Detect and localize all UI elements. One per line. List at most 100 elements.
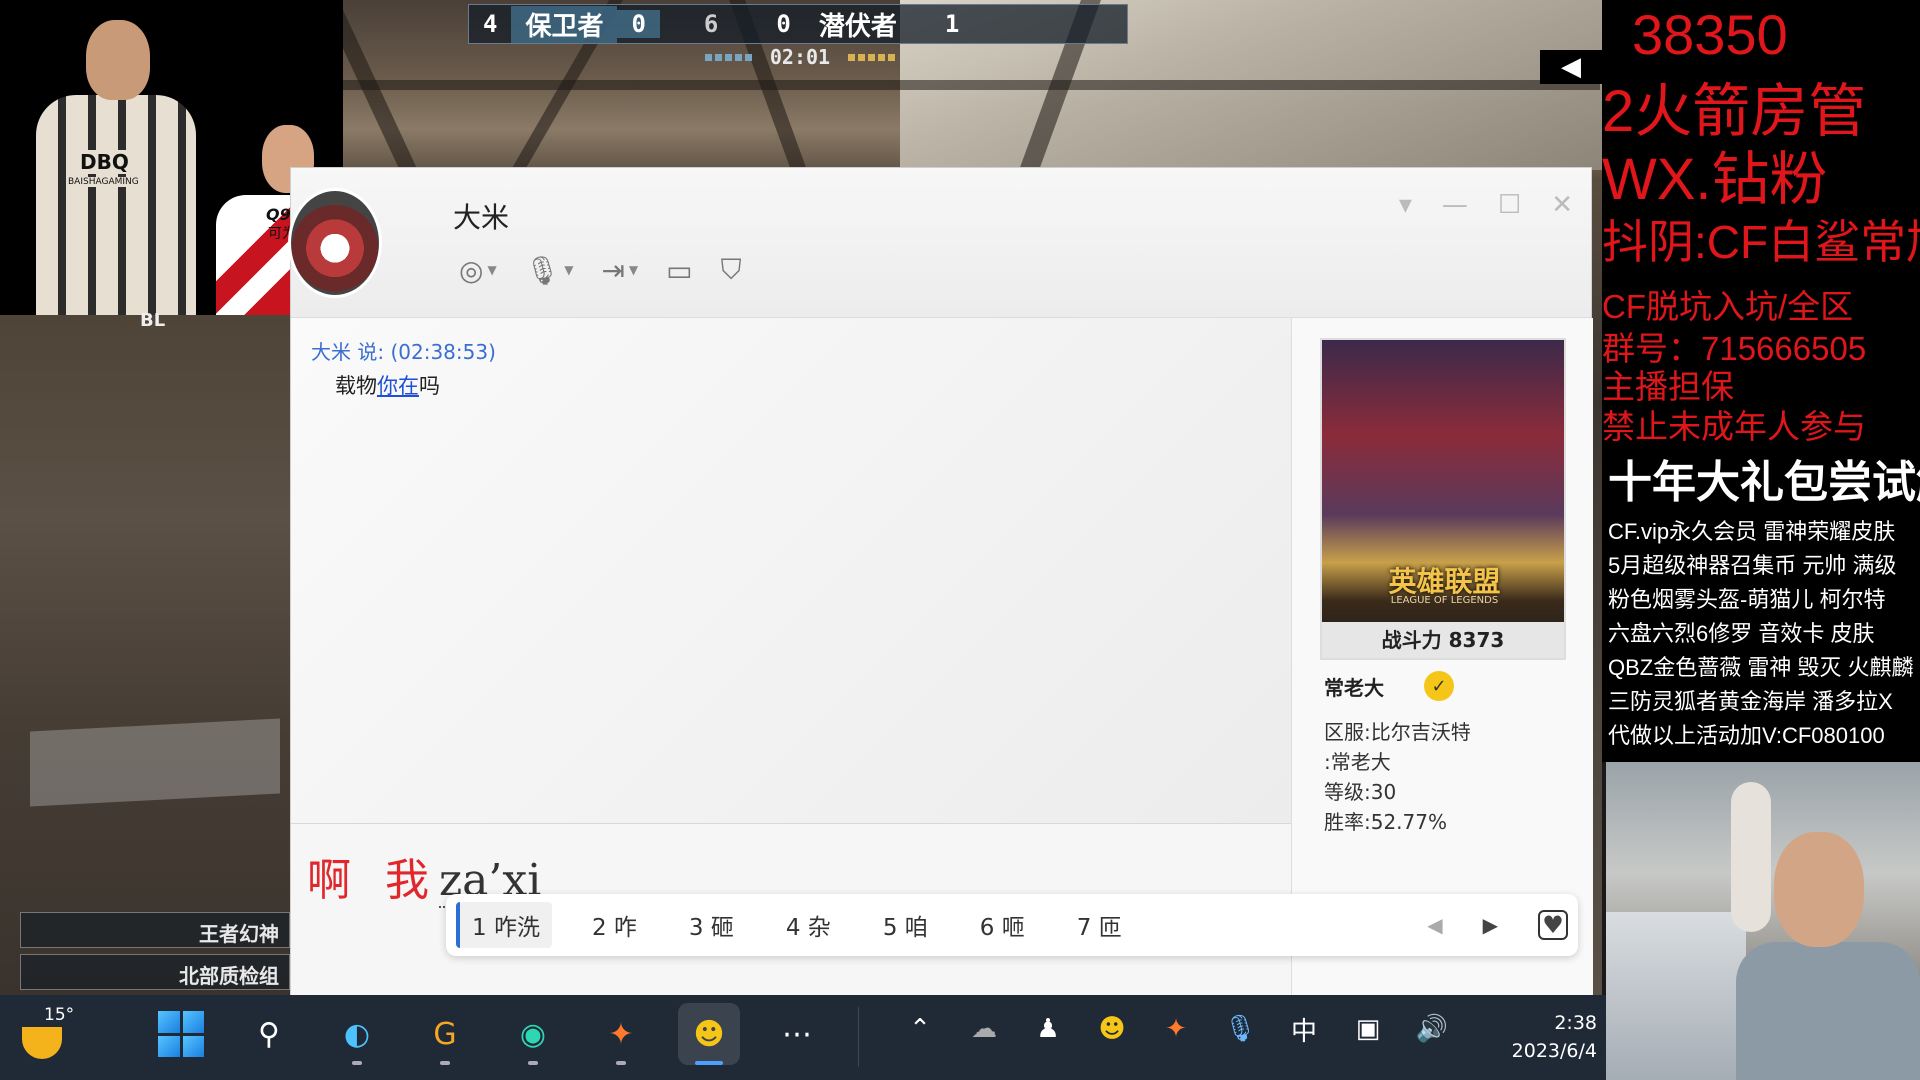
temperature: 15° — [44, 1005, 75, 1025]
overlay-item: QBZ金色蔷薇 雷神 毁灭 火麒麟 — [1608, 655, 1914, 680]
contact-avatar[interactable] — [288, 188, 382, 298]
system-clock[interactable]: 2:38 2023/6/4 — [1465, 1009, 1597, 1065]
video-call-icon: ◎ — [459, 253, 484, 287]
taskbar-apps: ⚲ ◐ G ◉ ✦ ☻ ⋯ — [150, 1003, 828, 1065]
taskbar-app-game[interactable]: ✦ — [590, 1003, 652, 1065]
right-rounds: 0 — [776, 10, 791, 38]
jersey-sub: BAISHAGAMING — [66, 177, 141, 187]
ime-candidate[interactable]: 1 咋洗 — [456, 902, 552, 948]
cloud-icon[interactable]: ☁ — [964, 1009, 1004, 1049]
minimize-icon[interactable]: — — [1442, 190, 1468, 220]
cut-off-text: BL — [140, 310, 166, 331]
ring-icon: ◉ — [519, 1016, 547, 1052]
close-icon[interactable]: ✕ — [1551, 190, 1573, 220]
screen-share-button[interactable]: ▭ — [666, 253, 692, 287]
game-poster[interactable]: 英雄联盟 LEAGUE OF LEGENDS 战斗力 8373 — [1320, 338, 1566, 660]
microphone-icon[interactable]: 🎙 — [1220, 1009, 1260, 1049]
moon-icon — [22, 1027, 62, 1059]
taskbar-app-browser[interactable]: ◐ — [326, 1003, 388, 1065]
game-beam — [340, 80, 1600, 90]
search-button[interactable]: ⚲ — [238, 1003, 300, 1065]
more-apps-button[interactable]: ⋯ — [766, 1003, 828, 1065]
ime-candidate-bar[interactable]: 1 咋洗 2 咋 3 砸 4 杂 5 咱 6 咂 7 匝 ◀ ▶ ♥ — [446, 894, 1578, 956]
running-indicator — [352, 1061, 362, 1065]
penguin-icon[interactable]: ♟ — [1028, 1009, 1068, 1049]
wall-sign — [30, 718, 280, 807]
chevron-down-icon: ▼ — [628, 263, 639, 277]
dropdown-icon[interactable]: ▾ — [1399, 190, 1412, 220]
microphone-icon: 🎙 — [524, 253, 561, 287]
weather-widget[interactable]: 15° — [18, 1005, 78, 1065]
network-icon[interactable]: ▣ — [1348, 1009, 1388, 1049]
speaker-icon[interactable]: ◀ — [1540, 50, 1602, 84]
profile-win-rate: 胜率:52.77% — [1324, 810, 1447, 834]
overlay-line-3: WX.钻粉 — [1602, 147, 1828, 212]
volume-icon[interactable]: 🔊 — [1412, 1009, 1452, 1049]
overlay-line-8: 禁止未成年人参与 — [1602, 408, 1866, 445]
webcam-streamer — [1606, 762, 1920, 1080]
ime-candidate[interactable]: 4 杂 — [774, 902, 843, 948]
kill-feed-row: 王者幻神 — [20, 912, 290, 948]
lamp — [1731, 782, 1771, 932]
clock-date: 2023/6/4 — [1511, 1040, 1597, 1062]
taskbar-app-chat[interactable]: ☻ — [678, 1003, 740, 1065]
screen-share-icon: ▭ — [666, 253, 693, 287]
streamer-body — [1736, 942, 1920, 1080]
message-text-before: 载物 — [335, 374, 377, 398]
round-target: 6 — [703, 10, 719, 38]
overlay-item: 代做以上活动加V:CF080100 — [1608, 723, 1885, 748]
ime-candidate[interactable]: 2 咋 — [580, 902, 649, 948]
message-link[interactable]: 你在 — [377, 374, 419, 398]
launcher-icon: G — [433, 1016, 457, 1052]
overlay-item: 5月超级神器召集币 元帅 满级 — [1608, 553, 1897, 578]
overlay-line-1: 38350 — [1632, 3, 1788, 66]
taskbar-app-launcher[interactable]: G — [414, 1003, 476, 1065]
ime-lang-indicator[interactable]: 中 — [1284, 1009, 1324, 1049]
more-icon: ⋯ — [782, 1016, 812, 1052]
jersey-label: DBQ — [76, 150, 133, 174]
overlay-item: CF.vip永久会员 雷神荣耀皮肤 — [1608, 519, 1896, 544]
chevron-down-icon: ▼ — [487, 263, 497, 277]
ime-prev-icon[interactable]: ◀ — [1427, 913, 1442, 937]
poster-logo-sub: LEAGUE OF LEGENDS — [1390, 595, 1499, 606]
chat-window[interactable]: 大米 ◎ ▼ 🎙 ▼ ⇥ ▼ ▭ ⛉ ▾ — ☐ ✕ 大米 说: (02:38:53)… — [288, 167, 1593, 996]
bed — [1606, 912, 1746, 1080]
taskbar-app-ring[interactable]: ◉ — [502, 1003, 564, 1065]
overlay-line-5: CF脱坑入坑/全区 — [1602, 288, 1854, 325]
running-indicator — [528, 1061, 538, 1065]
streamer-head — [1774, 832, 1864, 947]
bird-icon: ✦ — [608, 1016, 634, 1052]
file-transfer-icon: ⇥ — [601, 253, 625, 287]
maximize-icon[interactable]: ☐ — [1498, 190, 1521, 220]
left-team-dots — [704, 53, 752, 61]
ime-candidate[interactable]: 7 匝 — [1065, 902, 1134, 948]
contact-name[interactable]: 大米 — [453, 196, 509, 236]
browser-icon: ◐ — [343, 1016, 371, 1052]
ime-next-icon[interactable]: ▶ — [1483, 913, 1498, 937]
right-team-name: 潜伏者 — [818, 11, 897, 42]
ime-candidate[interactable]: 6 咂 — [968, 902, 1037, 948]
running-indicator — [616, 1061, 626, 1065]
left-rounds: 0 — [617, 10, 660, 38]
profile-name: 常老大 — [1324, 675, 1384, 700]
stream-overlay: 38350 2火箭房管 WX.钻粉 抖阴:CF白鲨常旭 CF脱坑入坑/全区 群号… — [1602, 0, 1920, 762]
heart-icon[interactable]: ♥ — [1538, 910, 1568, 940]
ime-candidate[interactable]: 3 砸 — [677, 902, 746, 948]
message-history[interactable]: 大米 说: (02:38:53) 载物你在吗 — [291, 318, 1291, 823]
ime-candidate[interactable]: 5 咱 — [871, 902, 940, 948]
game-left-scene — [0, 315, 290, 995]
right-team-dots — [848, 53, 896, 61]
profile-level: 等级:30 — [1324, 780, 1397, 804]
raccoon-tray-icon[interactable]: ☻ — [1092, 1009, 1132, 1049]
message-text-after: 吗 — [419, 374, 440, 398]
webcam-person-1: DBQ BAISHAGAMING — [36, 20, 196, 315]
file-transfer-button[interactable]: ⇥ ▼ — [601, 253, 638, 287]
bird-tray-icon[interactable]: ✦ — [1156, 1009, 1196, 1049]
voice-call-button[interactable]: 🎙 ▼ — [525, 253, 574, 287]
taskbar-separator — [858, 1007, 859, 1067]
video-call-button[interactable]: ◎ ▼ — [459, 253, 497, 287]
chevron-up-icon[interactable]: ⌃ — [900, 1009, 940, 1049]
report-button[interactable]: ⛉ — [721, 253, 742, 287]
overlay-item: 六盘六烈6修罗 音效卡 皮肤 — [1608, 621, 1875, 646]
start-button[interactable] — [150, 1003, 212, 1065]
